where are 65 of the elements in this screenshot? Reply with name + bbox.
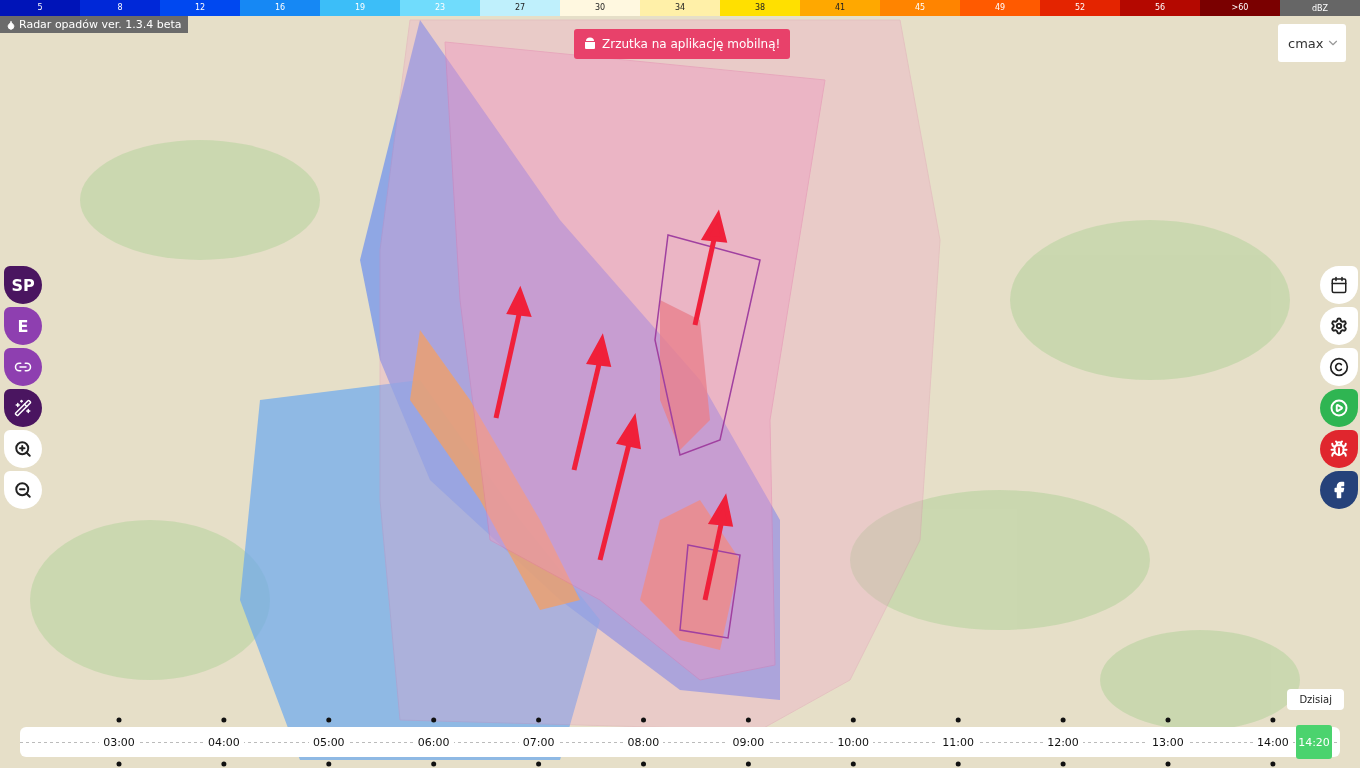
- hour-label[interactable]: 07:00: [518, 735, 559, 749]
- timeline-marker: [1165, 761, 1171, 767]
- scale-label: 34: [674, 2, 686, 14]
- bug-icon: [1330, 440, 1348, 458]
- timeline-marker: [536, 761, 542, 767]
- scale-label: 52: [1074, 2, 1086, 14]
- scale-label: 41: [834, 2, 846, 14]
- copyright-icon: [1329, 357, 1349, 377]
- timeline-marker: [431, 717, 437, 723]
- scale-label: 5: [37, 2, 43, 14]
- timeline-marker: [116, 717, 122, 723]
- zoom-in-icon: [14, 440, 32, 458]
- timeline-marker: [745, 761, 751, 767]
- scale-label: 45: [914, 2, 926, 14]
- timeline-marker: [955, 761, 961, 767]
- magic-wand-icon: [14, 399, 32, 417]
- timeline-marker: [1060, 717, 1066, 723]
- hour-label[interactable]: 12:00: [1043, 735, 1083, 749]
- scale-label: 38: [754, 2, 766, 14]
- timeline-marker: [326, 761, 332, 767]
- version-text: Radar opadów ver. 1.3.4 beta: [19, 18, 182, 31]
- date-tooltip: Dzisiaj: [1287, 689, 1344, 710]
- timeline-marker: [431, 761, 437, 767]
- timeline-marker: [1165, 717, 1171, 723]
- hour-label[interactable]: 03:00: [99, 735, 139, 749]
- timeline-marker: [745, 717, 751, 723]
- scale-label: 27: [514, 2, 526, 14]
- hour-label[interactable]: 08:00: [623, 735, 664, 749]
- timeline-marker: [1060, 761, 1066, 767]
- hour-label[interactable]: 10:00: [833, 735, 874, 749]
- timeline-marker: [536, 717, 542, 723]
- timeline-marker: [221, 761, 227, 767]
- hour-label[interactable]: 05:00: [308, 735, 349, 749]
- timeline-marker: [1270, 761, 1276, 767]
- mobile-app-button[interactable]: Zrzutka na aplikację mobilną!: [574, 29, 791, 59]
- scale-label: 56: [1154, 2, 1166, 14]
- hour-label[interactable]: 04:00: [203, 735, 244, 749]
- unit-label: dBZ: [1280, 0, 1360, 16]
- droplet-icon: [6, 19, 16, 30]
- timeline-marker: [955, 717, 961, 723]
- scale-label: 12: [194, 2, 206, 14]
- zoom-out-icon: [14, 481, 32, 499]
- scale-label: >60: [1231, 2, 1249, 14]
- scale-label: 49: [994, 2, 1006, 14]
- timeline-marker: [1270, 717, 1276, 723]
- scale-label: 16: [274, 2, 286, 14]
- hour-label[interactable]: 09:00: [728, 735, 769, 749]
- scale-label: 23: [434, 2, 446, 14]
- hour-label[interactable]: 11:00: [938, 735, 979, 749]
- timeline-marker: [850, 761, 856, 767]
- play-icon: [1330, 399, 1348, 417]
- calendar-icon: [1330, 276, 1348, 294]
- scale-label: 8: [117, 2, 123, 14]
- scale-label: 19: [354, 2, 366, 14]
- timeline-marker: [850, 717, 856, 723]
- product-select[interactable]: cmax: [1278, 24, 1346, 62]
- timeline-marker: [641, 717, 646, 723]
- hour-label[interactable]: 06:00: [413, 735, 454, 749]
- scale-label: 30: [594, 2, 606, 14]
- timeline-marker: [641, 761, 646, 767]
- timeline-marker: [116, 761, 122, 767]
- timeline-marker: [326, 717, 332, 723]
- hour-label[interactable]: 13:00: [1147, 735, 1188, 749]
- timeline-marker: [221, 717, 227, 723]
- settings-icon: [1330, 317, 1348, 335]
